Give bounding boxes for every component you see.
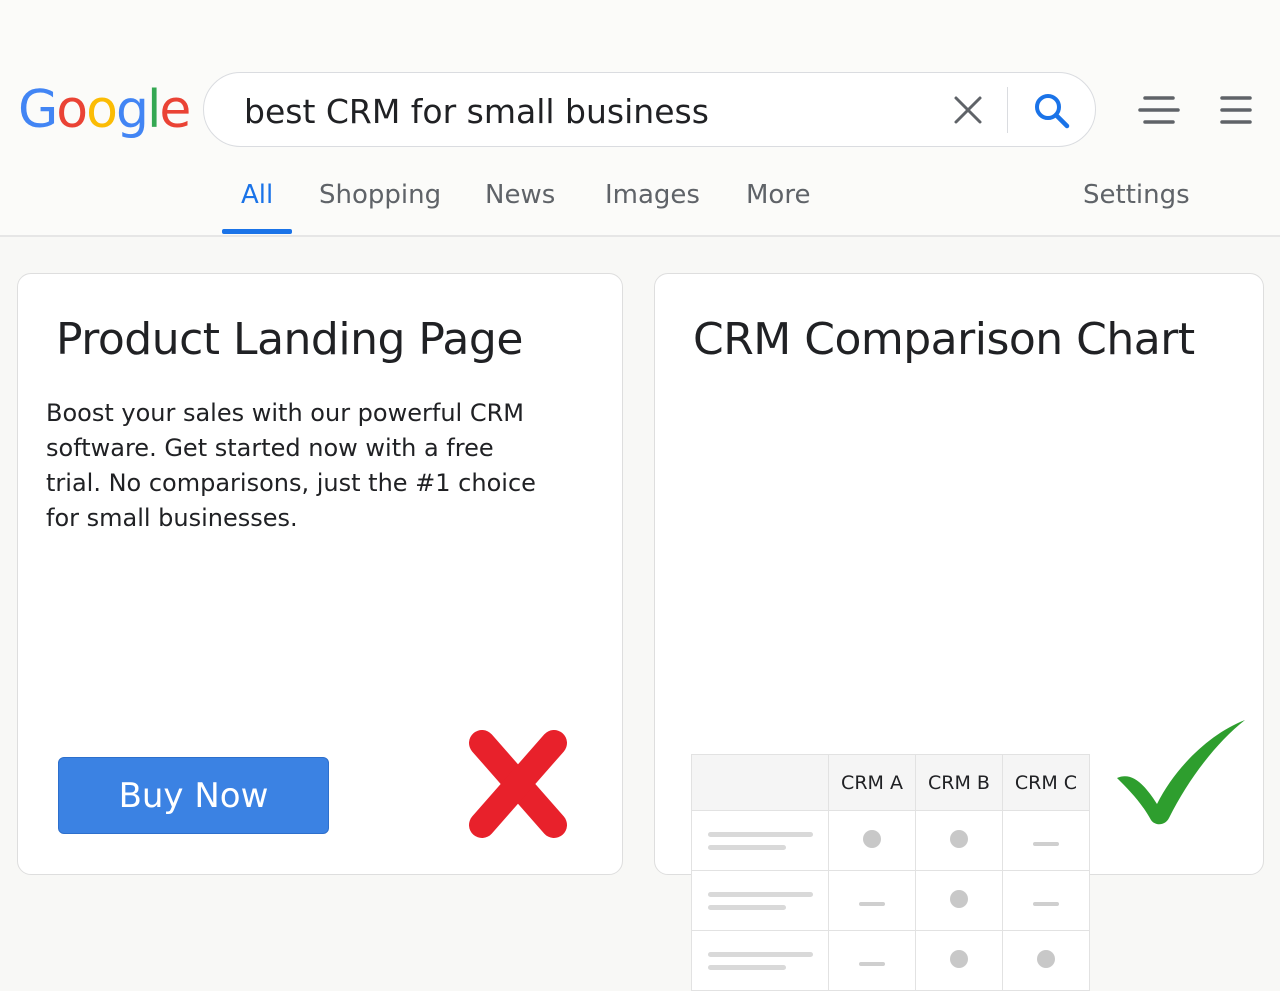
tune-icon xyxy=(1138,96,1180,124)
card-description: Boost your sales with our powerful CRM s… xyxy=(46,399,536,532)
red-cross-icon xyxy=(469,730,567,838)
dash-icon xyxy=(859,962,885,966)
dot-icon xyxy=(863,829,881,848)
tab-news[interactable]: News xyxy=(485,180,555,210)
table-header-blank xyxy=(691,754,829,811)
dash-icon xyxy=(859,902,885,906)
tab-settings[interactable]: Settings xyxy=(1083,180,1190,210)
search-icon xyxy=(1035,94,1070,129)
search-box xyxy=(203,72,1096,147)
dot-icon xyxy=(950,949,968,968)
logo-letter: o xyxy=(56,80,88,140)
dash-icon xyxy=(1033,842,1059,846)
tab-all[interactable]: All xyxy=(241,180,273,210)
dot-icon xyxy=(1037,949,1055,968)
table-row xyxy=(691,870,1090,931)
row-label-placeholder xyxy=(691,930,829,991)
tab-images[interactable]: Images xyxy=(605,180,700,210)
close-icon xyxy=(954,96,982,124)
menu-button[interactable] xyxy=(1220,93,1252,129)
hamburger-menu-icon xyxy=(1220,96,1252,124)
table-cell xyxy=(1002,810,1090,871)
table-header-cell: CRM B xyxy=(915,754,1003,811)
product-landing-card: Product Landing Page Boost your sales wi… xyxy=(17,273,623,875)
table-row xyxy=(691,810,1090,871)
search-button[interactable] xyxy=(1032,91,1072,131)
table-cell xyxy=(828,870,916,931)
table-header-cell: CRM A xyxy=(828,754,916,811)
dot-icon xyxy=(950,889,968,908)
dot-icon xyxy=(950,829,968,848)
card-title: Product Landing Page xyxy=(56,314,523,365)
logo-letter: o xyxy=(86,80,118,140)
table-cell xyxy=(828,930,916,991)
search-tools-button[interactable] xyxy=(1138,93,1180,129)
tab-more[interactable]: More xyxy=(746,180,810,210)
clear-search-button[interactable] xyxy=(952,94,984,126)
dash-icon xyxy=(1033,902,1059,906)
row-label-placeholder xyxy=(691,810,829,871)
buy-now-button[interactable]: Buy Now xyxy=(58,757,329,834)
table-header-cell: CRM C xyxy=(1002,754,1090,811)
table-cell xyxy=(828,810,916,871)
logo-letter: e xyxy=(159,80,191,140)
table-cell xyxy=(1002,930,1090,991)
logo-letter: G xyxy=(18,80,58,140)
table-cell xyxy=(1002,870,1090,931)
search-input[interactable] xyxy=(242,87,906,135)
table-header-row: CRM A CRM B CRM C xyxy=(691,754,1090,811)
logo-letter: g xyxy=(115,80,149,140)
table-cell xyxy=(915,810,1003,871)
row-label-placeholder xyxy=(691,870,829,931)
table-cell xyxy=(915,930,1003,991)
table-row xyxy=(691,930,1090,991)
active-tab-indicator xyxy=(222,229,292,234)
google-logo[interactable]: Google xyxy=(18,80,191,140)
green-check-icon xyxy=(1117,720,1245,825)
search-header: Google All Shopp xyxy=(0,0,1280,237)
search-divider xyxy=(1007,87,1008,133)
card-title: CRM Comparison Chart xyxy=(693,314,1195,365)
logo-letter: l xyxy=(146,80,162,140)
table-cell xyxy=(915,870,1003,931)
tab-shopping[interactable]: Shopping xyxy=(319,180,441,210)
comparison-table: CRM A CRM B CRM C xyxy=(691,754,1090,991)
